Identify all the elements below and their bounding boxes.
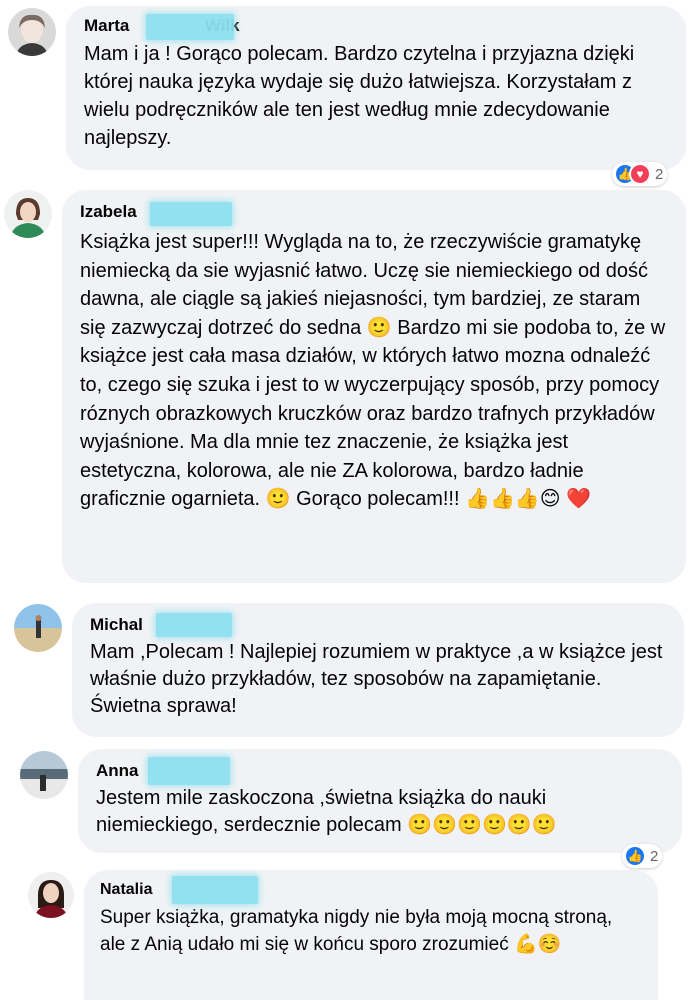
reaction-count: 2 bbox=[655, 165, 664, 183]
name-redaction bbox=[156, 613, 232, 637]
avatar[interactable] bbox=[8, 8, 56, 56]
comment-bubble: Izabela Książka jest super!!! Wygląda na… bbox=[62, 190, 686, 583]
name-redaction bbox=[146, 14, 234, 40]
commenter-name[interactable]: Marta Wilk bbox=[84, 14, 240, 40]
avatar-image bbox=[14, 604, 62, 652]
avatar-image bbox=[20, 751, 68, 799]
commenter-name[interactable]: Natalia bbox=[100, 876, 258, 904]
reaction-count: 2 bbox=[650, 847, 659, 865]
commenter-name[interactable]: Anna bbox=[96, 757, 230, 785]
commenter-name[interactable]: Izabela bbox=[80, 202, 232, 226]
avatar[interactable] bbox=[14, 604, 62, 652]
comment-text: Super książka, gramatyka nigdy nie była … bbox=[100, 907, 613, 955]
comment-text: Mam ,Polecam ! Najlepiej rozumiem w prak… bbox=[90, 641, 663, 717]
heart-icon: ♥ bbox=[629, 163, 651, 185]
avatar-image bbox=[8, 8, 56, 56]
avatar[interactable] bbox=[4, 190, 52, 238]
avatar[interactable] bbox=[20, 751, 68, 799]
comment-bubble: Marta Wilk Mam i ja ! Gorąco polecam. Ba… bbox=[66, 6, 686, 170]
comment-text: Jestem mile zaskoczona ,świetna książka … bbox=[96, 787, 557, 836]
reactions-summary[interactable]: 👍 ♥ 2 bbox=[612, 162, 668, 186]
comment-text: Mam i ja ! Gorąco polecam. Bardzo czytel… bbox=[84, 43, 635, 149]
comment-bubble: Michal Mam ,Polecam ! Najlepiej rozumiem… bbox=[72, 603, 684, 737]
comment-text: Książka jest super!!! Wygląda na to, że … bbox=[80, 231, 666, 511]
avatar-image bbox=[28, 872, 74, 918]
commenter-name[interactable]: Michal bbox=[90, 613, 232, 637]
avatar[interactable] bbox=[28, 872, 74, 918]
name-redaction bbox=[148, 757, 230, 785]
comment-bubble: Anna Jestem mile zaskoczona ,świetna ksi… bbox=[78, 749, 682, 853]
avatar-image bbox=[4, 190, 52, 238]
name-redaction bbox=[150, 202, 232, 226]
reactions-summary[interactable]: 👍 2 bbox=[622, 844, 663, 868]
name-redaction bbox=[172, 876, 258, 904]
thumbs-up-icon: 👍 bbox=[624, 845, 646, 867]
comment-bubble: Natalia Super książka, gramatyka nigdy n… bbox=[84, 870, 658, 1000]
